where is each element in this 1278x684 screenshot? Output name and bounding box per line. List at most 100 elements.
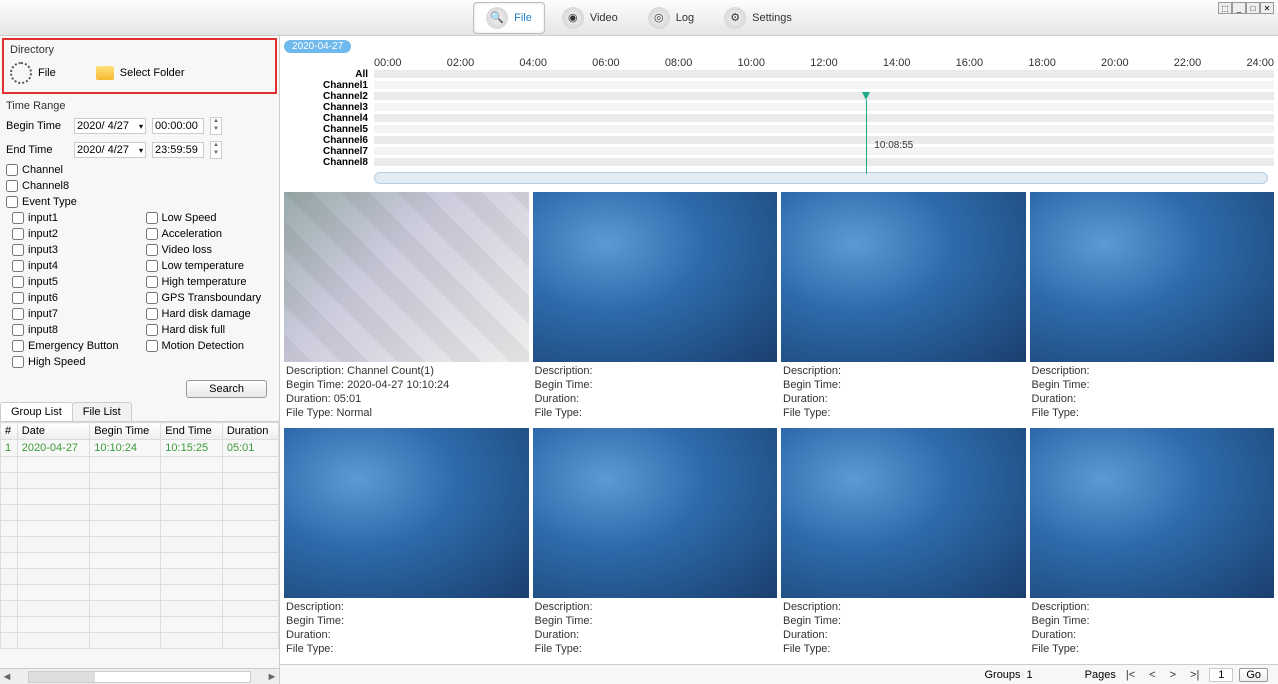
- close-button[interactable]: ✕: [1260, 2, 1274, 14]
- video-cell[interactable]: Description:Begin Time:Duration:File Typ…: [781, 428, 1026, 660]
- event-checkbox[interactable]: [12, 276, 24, 288]
- video-thumbnail[interactable]: [533, 192, 778, 362]
- timeline-track[interactable]: [374, 136, 1274, 145]
- select-folder-button[interactable]: Select Folder: [96, 66, 185, 80]
- pager-go-button[interactable]: Go: [1239, 668, 1268, 682]
- channel-checkbox[interactable]: [6, 180, 18, 192]
- event-checkbox[interactable]: [12, 292, 24, 304]
- channel-item[interactable]: Channel8: [0, 178, 279, 194]
- lock-button[interactable]: ⬚: [1218, 2, 1232, 14]
- end-time-input[interactable]: 23:59:59: [152, 142, 204, 158]
- event-type-item[interactable]: High temperature: [140, 274, 274, 290]
- table-header[interactable]: Duration: [222, 423, 278, 440]
- table-row[interactable]: 12020-04-2710:10:2410:15:2505:01: [1, 440, 279, 457]
- timeline-track[interactable]: [374, 81, 1274, 90]
- video-thumbnail[interactable]: [284, 428, 529, 598]
- event-type-item[interactable]: input3: [6, 242, 140, 258]
- pager-last[interactable]: >|: [1186, 669, 1203, 681]
- toolbar-tab-file[interactable]: 🔍File: [473, 2, 545, 34]
- event-type-header-checkbox[interactable]: [6, 196, 18, 208]
- timeline-track[interactable]: [374, 70, 1274, 79]
- video-cell[interactable]: Description:Begin Time:Duration:File Typ…: [1030, 428, 1275, 660]
- event-checkbox[interactable]: [146, 308, 158, 320]
- event-checkbox[interactable]: [12, 324, 24, 336]
- event-checkbox[interactable]: [12, 340, 24, 352]
- toolbar-tab-log[interactable]: ◎Log: [635, 2, 707, 34]
- video-cell[interactable]: Description:Begin Time:Duration:File Typ…: [533, 428, 778, 660]
- timeline-track[interactable]: [374, 92, 1274, 101]
- pager-first[interactable]: |<: [1122, 669, 1139, 681]
- end-time-spinner[interactable]: ▲▼: [210, 141, 222, 159]
- event-checkbox[interactable]: [146, 244, 158, 256]
- event-checkbox[interactable]: [146, 228, 158, 240]
- timeline-track[interactable]: [374, 147, 1274, 156]
- pager-prev[interactable]: <: [1145, 669, 1159, 681]
- event-type-item[interactable]: GPS Transboundary: [140, 290, 274, 306]
- event-checkbox[interactable]: [146, 260, 158, 272]
- event-type-item[interactable]: Video loss: [140, 242, 274, 258]
- timeline-track[interactable]: [374, 125, 1274, 134]
- search-button[interactable]: Search: [186, 380, 267, 398]
- minimize-button[interactable]: _: [1232, 2, 1246, 14]
- event-checkbox[interactable]: [146, 276, 158, 288]
- maximize-button[interactable]: □: [1246, 2, 1260, 14]
- timeline-row[interactable]: Channel6: [290, 135, 1274, 146]
- video-thumbnail[interactable]: [533, 428, 778, 598]
- pager-next[interactable]: >: [1166, 669, 1180, 681]
- table-header[interactable]: Date: [17, 423, 89, 440]
- event-type-item[interactable]: input8: [6, 322, 140, 338]
- event-type-item[interactable]: input6: [6, 290, 140, 306]
- begin-time-input[interactable]: 00:00:00: [152, 118, 204, 134]
- event-checkbox[interactable]: [146, 324, 158, 336]
- timeline-row[interactable]: Channel4: [290, 113, 1274, 124]
- pager-page-input[interactable]: [1209, 668, 1233, 682]
- event-checkbox[interactable]: [12, 260, 24, 272]
- event-type-item[interactable]: Motion Detection: [140, 338, 274, 354]
- timeline-row[interactable]: All: [290, 69, 1274, 80]
- sidebar-hscrollbar[interactable]: ◄ ►: [0, 668, 279, 684]
- playhead[interactable]: [866, 100, 867, 174]
- timeline-track[interactable]: [374, 114, 1274, 123]
- timeline-row[interactable]: Channel7: [290, 146, 1274, 157]
- video-cell[interactable]: Description:Begin Time:Duration:File Typ…: [284, 428, 529, 660]
- event-checkbox[interactable]: [12, 356, 24, 368]
- timeline-scrollbar[interactable]: [374, 172, 1268, 184]
- event-checkbox[interactable]: [12, 212, 24, 224]
- event-type-item[interactable]: input1: [6, 210, 140, 226]
- event-type-item[interactable]: Low Speed: [140, 210, 274, 226]
- table-header[interactable]: #: [1, 423, 18, 440]
- timeline-row[interactable]: Channel1: [290, 80, 1274, 91]
- event-checkbox[interactable]: [146, 212, 158, 224]
- event-type-item[interactable]: High Speed: [6, 354, 140, 370]
- video-thumbnail[interactable]: [1030, 428, 1275, 598]
- table-header[interactable]: End Time: [161, 423, 223, 440]
- begin-date-select[interactable]: 2020/ 4/27: [74, 118, 146, 134]
- file-source-button[interactable]: File: [10, 62, 56, 84]
- event-type-item[interactable]: input4: [6, 258, 140, 274]
- timeline-row[interactable]: Channel8: [290, 157, 1274, 168]
- video-cell[interactable]: Description:Begin Time:Duration:File Typ…: [533, 192, 778, 424]
- timeline-track[interactable]: [374, 158, 1274, 167]
- channel-header-checkbox[interactable]: [6, 164, 18, 176]
- event-type-item[interactable]: Hard disk full: [140, 322, 274, 338]
- toolbar-tab-settings[interactable]: ⚙Settings: [711, 2, 805, 34]
- table-header[interactable]: Begin Time: [90, 423, 161, 440]
- event-type-item[interactable]: Hard disk damage: [140, 306, 274, 322]
- event-type-item[interactable]: Emergency Button: [6, 338, 140, 354]
- event-type-item[interactable]: Acceleration: [140, 226, 274, 242]
- tab-file-list[interactable]: File List: [72, 402, 132, 421]
- event-checkbox[interactable]: [12, 244, 24, 256]
- event-type-item[interactable]: Low temperature: [140, 258, 274, 274]
- timeline-row[interactable]: Channel2: [290, 91, 1274, 102]
- event-checkbox[interactable]: [146, 292, 158, 304]
- video-cell[interactable]: Description: Channel Count(1)Begin Time:…: [284, 192, 529, 424]
- event-checkbox[interactable]: [146, 340, 158, 352]
- timeline-row[interactable]: Channel5: [290, 124, 1274, 135]
- end-date-select[interactable]: 2020/ 4/27: [74, 142, 146, 158]
- video-thumbnail[interactable]: [781, 192, 1026, 362]
- video-thumbnail[interactable]: [1030, 192, 1275, 362]
- tab-group-list[interactable]: Group List: [0, 402, 73, 421]
- timeline-track[interactable]: [374, 103, 1274, 112]
- event-checkbox[interactable]: [12, 228, 24, 240]
- video-cell[interactable]: Description:Begin Time:Duration:File Typ…: [1030, 192, 1275, 424]
